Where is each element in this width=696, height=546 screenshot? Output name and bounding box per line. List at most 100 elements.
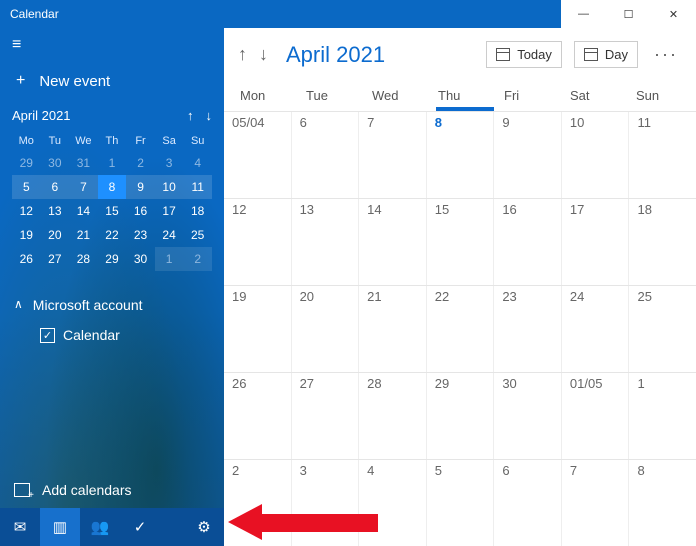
today-icon xyxy=(496,48,510,61)
day-cell[interactable]: 13 xyxy=(292,199,360,285)
mail-icon[interactable]: ✉ xyxy=(0,508,40,546)
day-cell[interactable]: 05/04 xyxy=(224,112,292,198)
day-cell[interactable]: 01/05 xyxy=(562,373,630,459)
day-cell[interactable]: 2 xyxy=(224,460,292,546)
month-title[interactable]: April 2021 xyxy=(286,42,385,68)
mini-day-cell[interactable]: 24 xyxy=(155,223,184,247)
mini-day-cell[interactable]: 25 xyxy=(183,223,212,247)
mini-day-cell[interactable]: 27 xyxy=(41,247,70,271)
day-cell[interactable]: 6 xyxy=(494,460,562,546)
mini-day-cell[interactable]: 17 xyxy=(155,199,184,223)
mini-day-cell[interactable]: 20 xyxy=(41,223,70,247)
day-cell[interactable]: 20 xyxy=(292,286,360,372)
day-cell[interactable]: 26 xyxy=(224,373,292,459)
day-cell[interactable]: 30 xyxy=(494,373,562,459)
day-cell[interactable]: 29 xyxy=(427,373,495,459)
people-icon[interactable]: 👥 xyxy=(80,508,120,546)
day-cell[interactable]: 18 xyxy=(629,199,696,285)
day-cell[interactable]: 11 xyxy=(629,112,696,198)
day-cell[interactable]: 17 xyxy=(562,199,630,285)
mini-day-cell[interactable]: 2 xyxy=(126,151,155,175)
hamburger-icon[interactable]: ≡ xyxy=(0,28,224,62)
day-cell[interactable]: 7 xyxy=(562,460,630,546)
mini-day-cell[interactable]: 30 xyxy=(41,151,70,175)
mini-day-cell[interactable]: 5 xyxy=(12,175,41,199)
mini-day-cell[interactable]: 1 xyxy=(98,151,127,175)
mini-prev-icon[interactable]: ↑ xyxy=(187,108,194,123)
mini-day-cell[interactable]: 30 xyxy=(126,247,155,271)
mini-day-cell[interactable]: 6 xyxy=(41,175,70,199)
mini-day-cell[interactable]: 18 xyxy=(183,199,212,223)
day-cell[interactable]: 1 xyxy=(629,373,696,459)
todo-icon[interactable]: ✓ xyxy=(120,508,160,546)
mini-day-cell[interactable]: 13 xyxy=(41,199,70,223)
day-cell[interactable]: 23 xyxy=(494,286,562,372)
mini-day-cell[interactable]: 23 xyxy=(126,223,155,247)
day-cell[interactable]: 19 xyxy=(224,286,292,372)
mini-day-cell[interactable]: 19 xyxy=(12,223,41,247)
day-cell[interactable]: 8 xyxy=(629,460,696,546)
mini-day-cell[interactable]: 29 xyxy=(98,247,127,271)
new-event-button[interactable]: + New event xyxy=(0,62,224,100)
mini-day-cell[interactable]: 9 xyxy=(126,175,155,199)
mini-day-cell[interactable]: 26 xyxy=(12,247,41,271)
day-cell[interactable]: 14 xyxy=(359,199,427,285)
day-cell[interactable]: 22 xyxy=(427,286,495,372)
mini-day-cell[interactable]: 21 xyxy=(69,223,98,247)
more-icon[interactable]: ··· xyxy=(650,44,682,65)
day-cell[interactable]: 15 xyxy=(427,199,495,285)
mini-day-cell[interactable]: 22 xyxy=(98,223,127,247)
calendar-checkbox-row[interactable]: ✓ Calendar xyxy=(14,313,210,343)
mini-day-cell[interactable]: 28 xyxy=(69,247,98,271)
today-button[interactable]: Today xyxy=(486,41,562,68)
mini-day-cell[interactable]: 10 xyxy=(155,175,184,199)
day-cell[interactable]: 9 xyxy=(494,112,562,198)
mini-day-cell[interactable]: 7 xyxy=(69,175,98,199)
next-period-icon[interactable]: ↓ xyxy=(259,44,268,65)
day-cell[interactable]: 25 xyxy=(629,286,696,372)
mini-day-cell[interactable]: 3 xyxy=(155,151,184,175)
day-cell[interactable]: 12 xyxy=(224,199,292,285)
account-label: Microsoft account xyxy=(33,297,143,313)
close-button[interactable]: ✕ xyxy=(651,0,696,28)
mini-day-cell[interactable]: 16 xyxy=(126,199,155,223)
checkbox-icon[interactable]: ✓ xyxy=(40,328,55,343)
view-day-button[interactable]: Day xyxy=(574,41,638,68)
mini-day-cell[interactable]: 4 xyxy=(183,151,212,175)
settings-icon[interactable]: ⚙ xyxy=(184,508,224,546)
day-cell[interactable]: 7 xyxy=(359,112,427,198)
accounts-section: ∧ Microsoft account ✓ Calendar xyxy=(0,297,224,343)
content-toolbar: ↑ ↓ April 2021 Today Day ··· xyxy=(224,28,696,82)
mini-day-cell[interactable]: 29 xyxy=(12,151,41,175)
mini-calendar-title[interactable]: April 2021 xyxy=(12,108,71,123)
mini-next-icon[interactable]: ↓ xyxy=(206,108,213,123)
calendar-row: 12131415161718 xyxy=(224,198,696,285)
day-cell[interactable]: 10 xyxy=(562,112,630,198)
prev-period-icon[interactable]: ↑ xyxy=(238,44,247,65)
day-cell[interactable]: 24 xyxy=(562,286,630,372)
day-icon xyxy=(584,48,598,61)
mini-day-cell[interactable]: 8 xyxy=(98,175,127,199)
day-cell[interactable]: 6 xyxy=(292,112,360,198)
add-calendars-button[interactable]: Add calendars xyxy=(0,472,224,508)
mini-day-cell[interactable]: 12 xyxy=(12,199,41,223)
day-cell[interactable]: 8 xyxy=(427,112,495,198)
mini-day-cell[interactable]: 2 xyxy=(183,247,212,271)
mini-day-cell[interactable]: 11 xyxy=(183,175,212,199)
calendar-grid: 05/0467891011121314151617181920212223242… xyxy=(224,111,696,546)
day-cell[interactable]: 4 xyxy=(359,460,427,546)
mini-day-cell[interactable]: 14 xyxy=(69,199,98,223)
day-cell[interactable]: 16 xyxy=(494,199,562,285)
day-cell[interactable]: 5 xyxy=(427,460,495,546)
calendar-icon[interactable]: ▥ xyxy=(40,508,80,546)
mini-day-cell[interactable]: 31 xyxy=(69,151,98,175)
day-cell[interactable]: 3 xyxy=(292,460,360,546)
mini-day-cell[interactable]: 1 xyxy=(155,247,184,271)
day-cell[interactable]: 28 xyxy=(359,373,427,459)
mini-day-cell[interactable]: 15 xyxy=(98,199,127,223)
day-cell[interactable]: 21 xyxy=(359,286,427,372)
maximize-button[interactable]: ☐ xyxy=(606,0,651,28)
minimize-button[interactable]: — xyxy=(561,0,606,28)
account-toggle[interactable]: ∧ Microsoft account xyxy=(14,297,210,313)
day-cell[interactable]: 27 xyxy=(292,373,360,459)
